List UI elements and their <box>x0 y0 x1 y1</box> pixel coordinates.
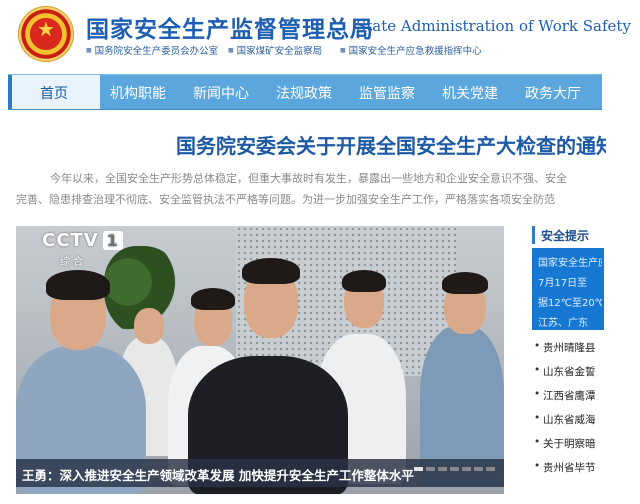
list-item[interactable]: 江西省鹰潭 <box>532 388 604 412</box>
cctv-channel-logo: CCTV 1 <box>42 230 123 251</box>
sublink-safety-committee-office[interactable]: 国务院安全生产委员会办公室 <box>86 43 219 57</box>
cctv-channel-subtitle: 综 合 <box>60 257 84 268</box>
alert-line: 江苏、广东 <box>538 318 588 329</box>
main-nav: 首页 机构职能 新闻中心 法规政策 监管监察 机关党建 政务大厅 <box>8 74 602 110</box>
list-item[interactable]: 山东省金誓 <box>532 364 604 388</box>
person-hair <box>191 288 235 310</box>
national-emblem-logo[interactable]: ★ <box>18 6 74 62</box>
slide-dot[interactable] <box>438 467 447 471</box>
star-icon: ★ <box>37 17 55 41</box>
news-video-slideshow[interactable]: CCTV 1 综 合 王勇：深入推进安全生产领域改革发展 加快提升安全生产工作整体… <box>16 226 504 494</box>
slide-dot[interactable] <box>486 467 495 471</box>
person-hair <box>242 258 300 284</box>
slide-dot[interactable] <box>474 467 483 471</box>
nav-item-government-services[interactable]: 政务大厅 <box>525 83 581 103</box>
nav-item-news[interactable]: 新闻中心 <box>193 83 249 103</box>
sublink-coal-mine-safety-bureau[interactable]: 国家煤矿安全监察局 <box>228 43 323 57</box>
list-item[interactable]: 贵州省毕节 <box>532 460 604 484</box>
site-title-chinese[interactable]: 国家安全生产监督管理总局 <box>86 10 374 44</box>
alert-line: 7月17日至 <box>538 278 588 289</box>
person-hair <box>46 270 110 300</box>
list-item[interactable]: 贵州晴隆县 <box>532 340 604 364</box>
alert-line: 据12℃至20℃ <box>538 298 602 309</box>
safety-tips-title: 安全提示 <box>541 229 590 243</box>
headline-summary-line-2: 完善、隐患排查治理不彻底、安全监管执法不严格等问题。为进一步加强安全生产工作，严… <box>16 193 555 206</box>
headline-summary-line-1: 今年以来，全国安全生产形势总体稳定，但重大事故时有发生，暴露出一些地方和企业安全… <box>50 172 567 185</box>
slideshow-indicator <box>414 456 498 475</box>
list-item[interactable]: 山东省威海 <box>532 412 604 436</box>
person-hair <box>342 270 386 292</box>
slide-dot[interactable] <box>450 467 459 471</box>
video-caption[interactable]: 王勇：深入推进安全生产领域改革发展 加快提升安全生产工作整体水平 <box>22 465 414 484</box>
nav-item-party-building[interactable]: 机关党建 <box>442 83 498 103</box>
safety-tips-heading: 安全提示 <box>532 226 607 244</box>
sidebar-news-list: 贵州晴隆县 山东省金誓 江西省鹰潭 山东省威海 关于明察暗 贵州省毕节 <box>532 340 604 484</box>
nav-item-organization[interactable]: 机构职能 <box>110 83 166 103</box>
nav-item-regulations[interactable]: 法规政策 <box>276 83 332 103</box>
cctv-logo-text: CCTV <box>42 230 99 251</box>
nav-item-supervision[interactable]: 监管监察 <box>359 83 415 103</box>
site-header: ★ 国家安全生产监督管理总局 State Administration of W… <box>0 0 640 72</box>
headline-link[interactable]: 国务院安委会关于开展全国安全生产大检查的通知 <box>176 130 606 159</box>
cctv-channel-number: 1 <box>102 231 123 250</box>
nav-home-label: 首页 <box>40 86 68 102</box>
slide-dot[interactable] <box>426 467 435 471</box>
nav-item-home[interactable]: 首页 <box>8 75 100 109</box>
alert-line: 国家安全生产应急 <box>538 258 602 269</box>
person-head <box>134 308 164 344</box>
slide-dot[interactable] <box>414 467 423 471</box>
list-item[interactable]: 关于明察暗 <box>532 436 604 460</box>
site-title-english[interactable]: State Administration of Work Safety <box>356 17 631 35</box>
person-hair <box>442 272 488 294</box>
slide-dot[interactable] <box>462 467 471 471</box>
sublink-emergency-rescue-center[interactable]: 国家安全生产应急救援指挥中心 <box>340 43 482 57</box>
safety-alert-box[interactable]: 国家安全生产应急 7月17日至 据12℃至20℃ 江苏、广东 <box>532 248 604 330</box>
